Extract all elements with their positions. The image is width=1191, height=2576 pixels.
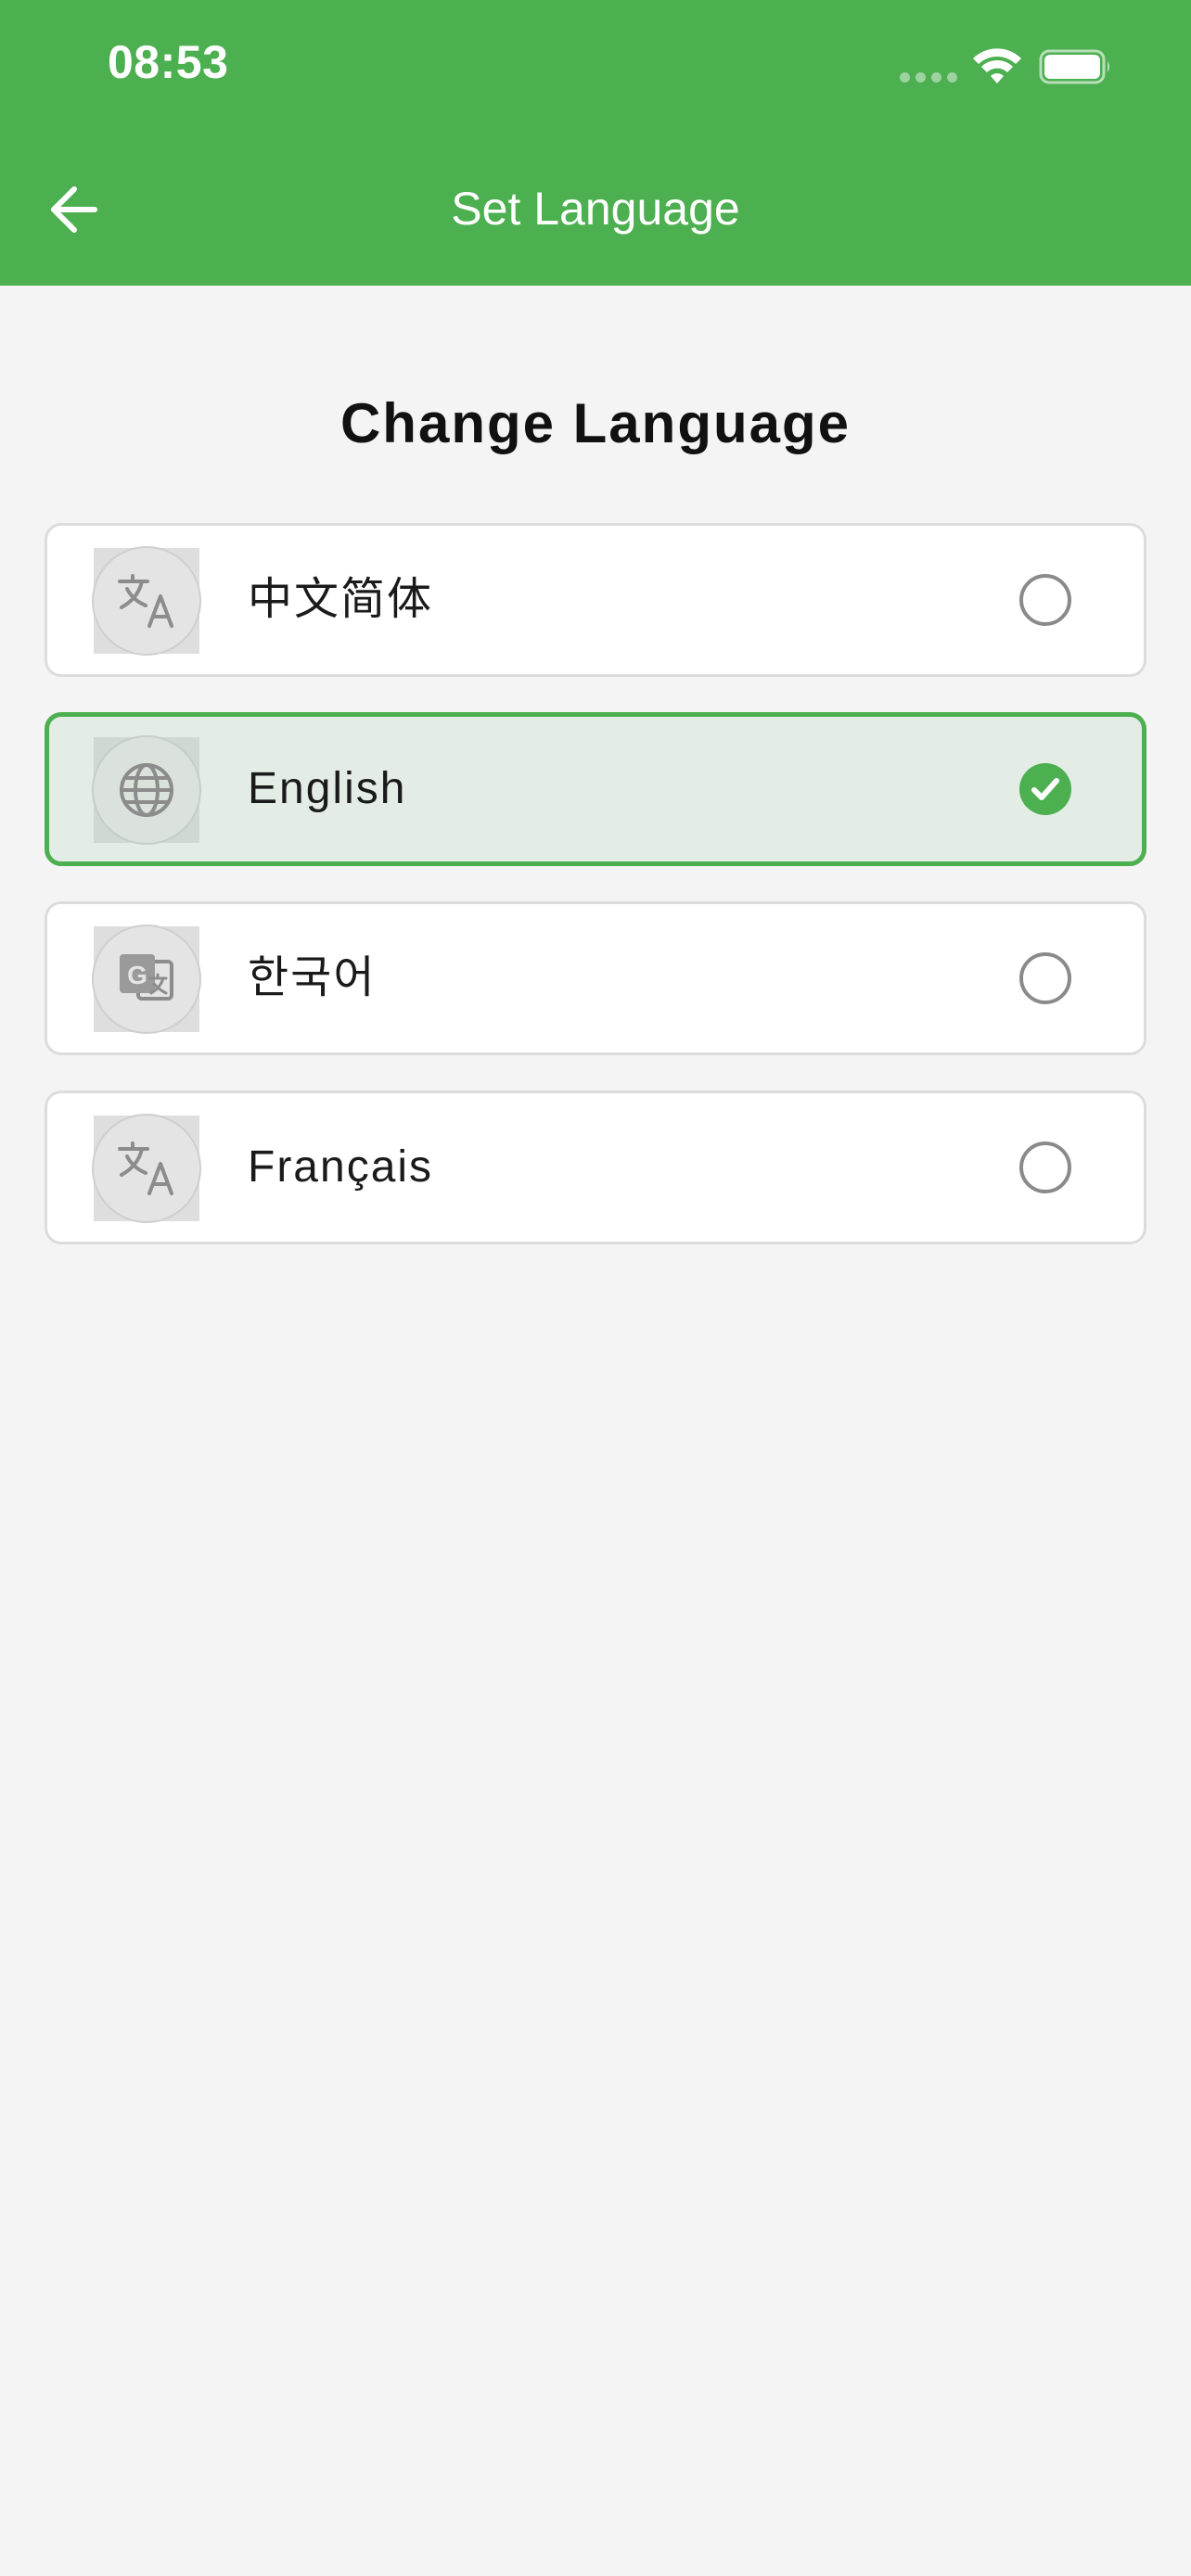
language-label: 한국어 <box>248 953 377 1002</box>
language-list: 中文简体 English G 한국어 Français <box>45 523 1146 1280</box>
language-icon-container <box>92 546 201 656</box>
google-translate-icon: G <box>120 954 173 1001</box>
language-option-korean[interactable]: G 한국어 <box>45 901 1146 1055</box>
language-option-chinese[interactable]: 中文简体 <box>45 523 1146 677</box>
radio-button[interactable] <box>1019 952 1071 1004</box>
language-label: 中文简体 <box>248 575 434 624</box>
language-label: Français <box>248 1142 434 1192</box>
language-option-french[interactable]: Français <box>45 1090 1146 1244</box>
status-bar-time: 08:53 <box>108 36 229 88</box>
language-icon-container <box>92 1114 201 1223</box>
radio-button[interactable] <box>1019 1141 1071 1193</box>
language-icon-container <box>92 735 201 845</box>
translate-icon <box>118 574 173 628</box>
globe-icon <box>120 763 173 817</box>
language-icon-container: G <box>92 925 201 1034</box>
language-label: English <box>248 764 407 813</box>
battery-full-icon <box>1039 49 1109 84</box>
check-icon <box>1031 778 1059 800</box>
translate-icon <box>118 1141 173 1195</box>
language-option-english[interactable]: English <box>45 712 1146 866</box>
app-bar: 08:53 Set Language <box>0 0 1191 286</box>
page-title: Change Language <box>339 392 852 454</box>
wifi-icon <box>973 48 1021 83</box>
cellular-dots-icon <box>900 72 957 83</box>
radio-button[interactable] <box>1019 574 1071 626</box>
app-bar-title: Set Language <box>451 183 740 235</box>
radio-button-checked[interactable] <box>1019 763 1071 815</box>
svg-text:G: G <box>127 961 147 989</box>
